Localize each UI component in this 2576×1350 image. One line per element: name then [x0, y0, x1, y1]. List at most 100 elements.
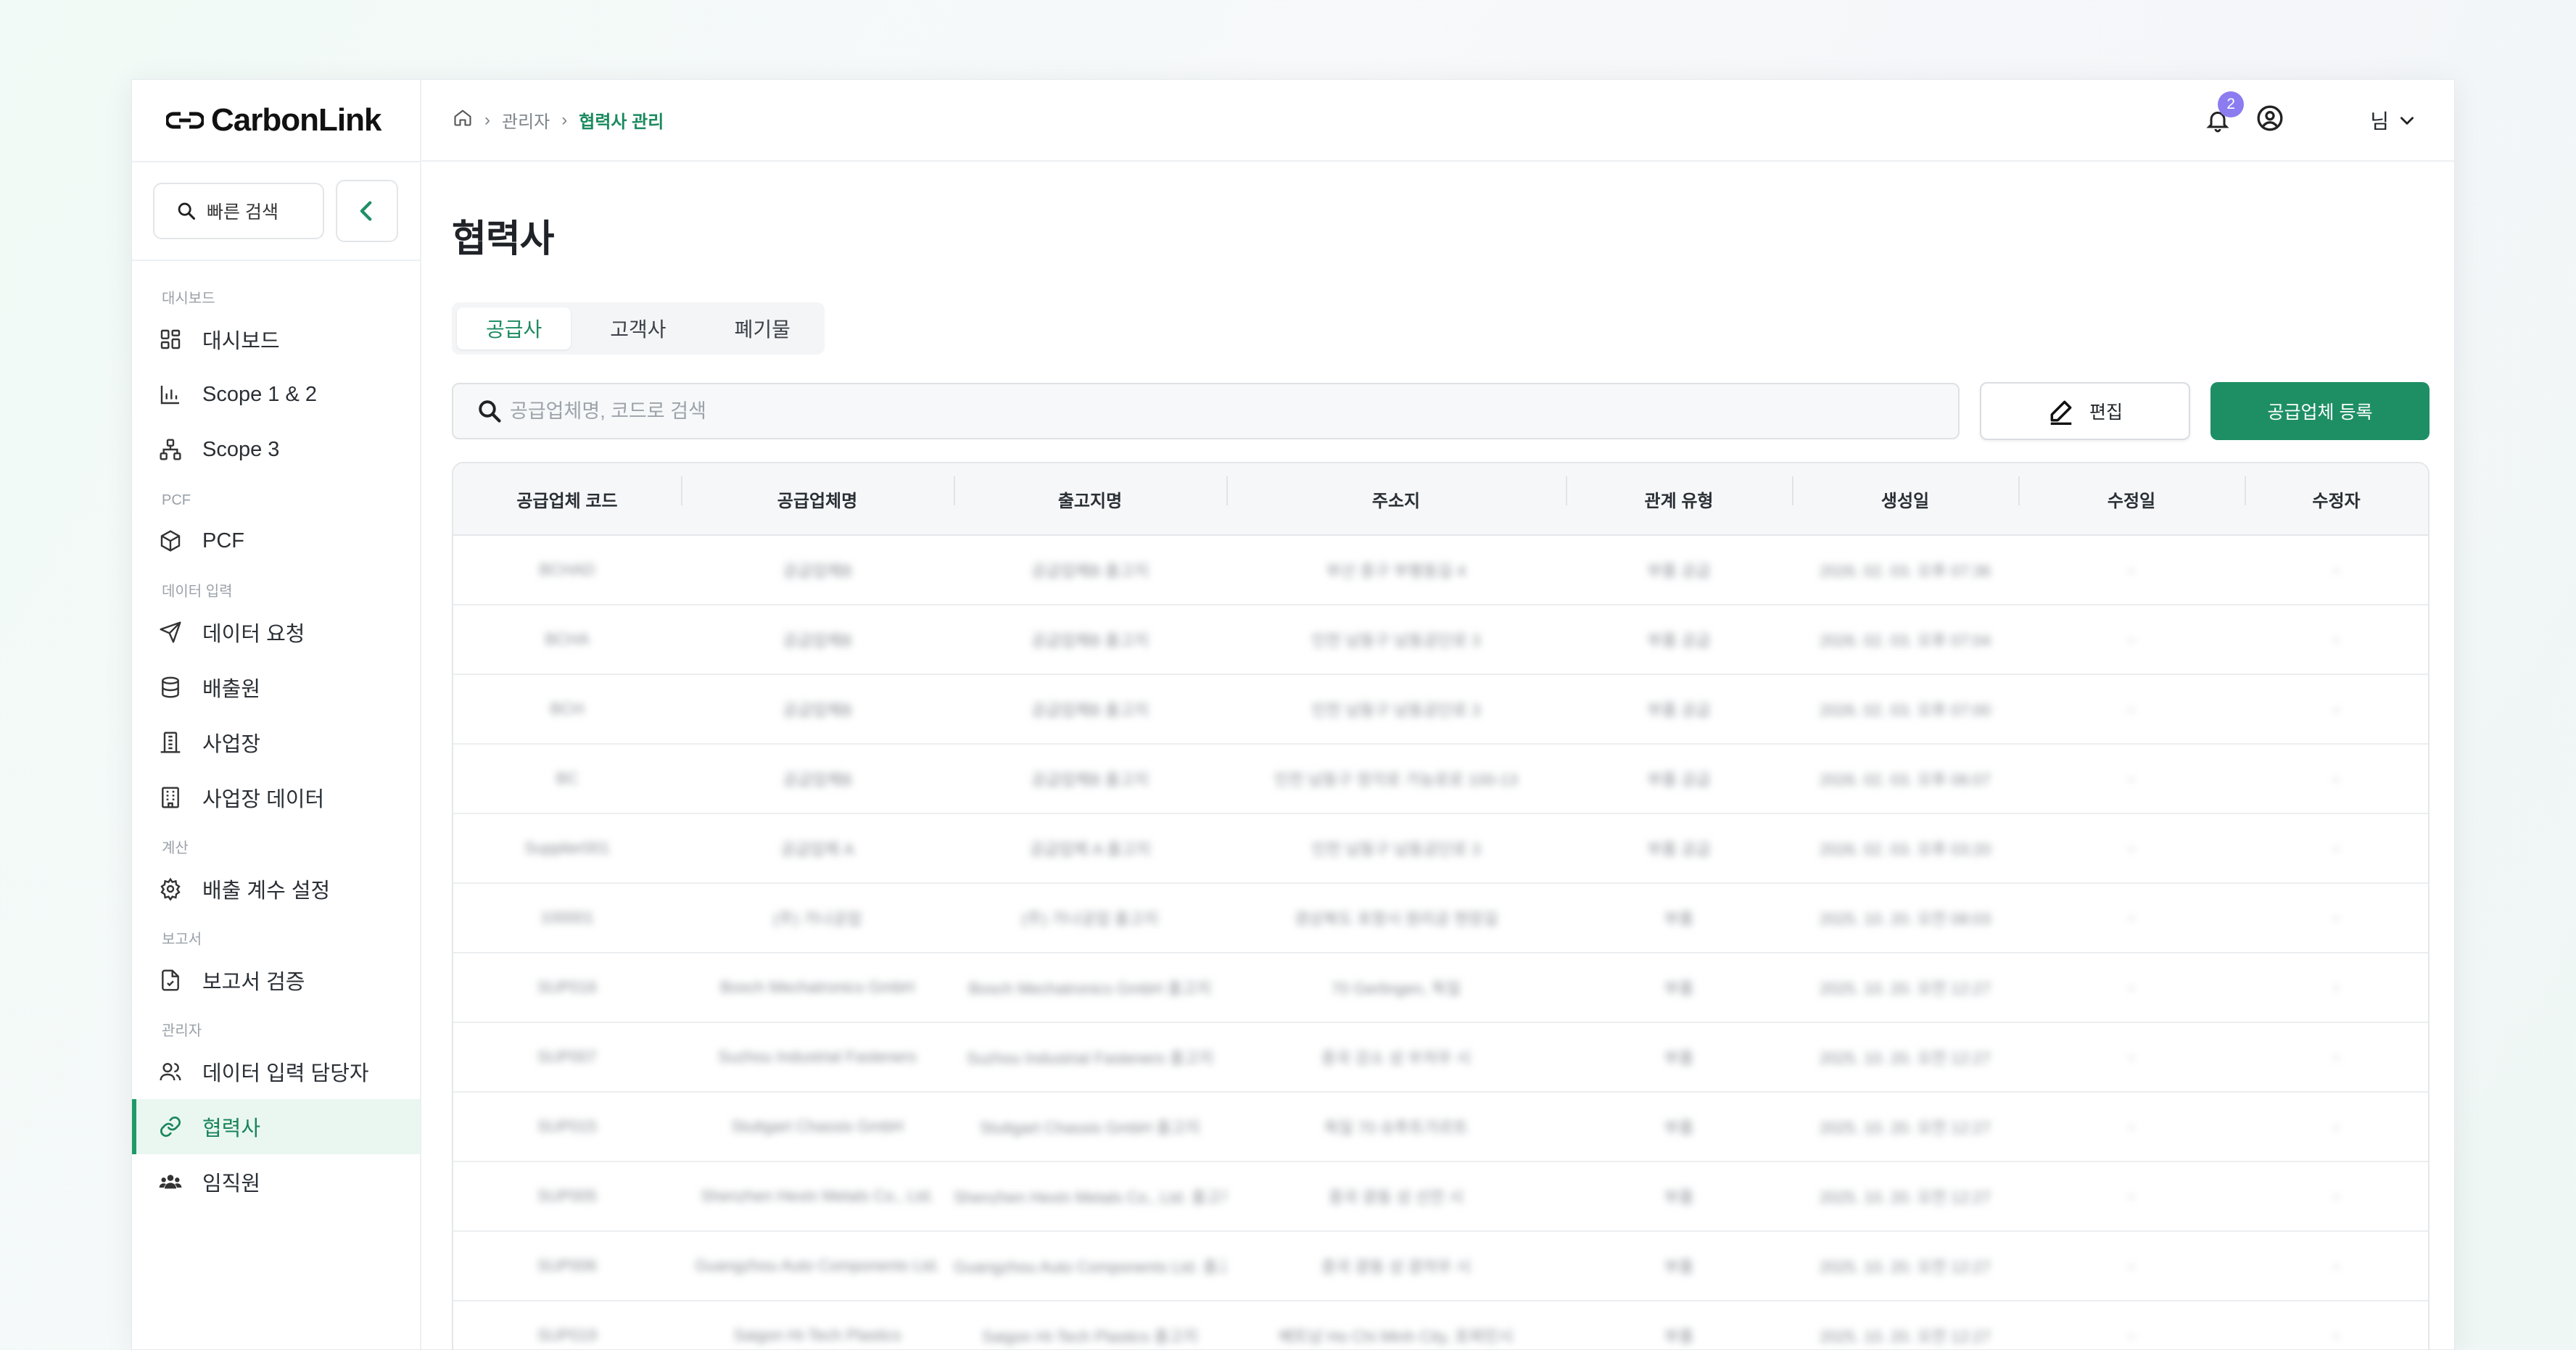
table-cell: 베트남 Ho Chi Minh City, 호찌민시 — [1279, 1328, 1514, 1346]
table-row[interactable]: SUP016 Bosch Mechatronics GmbH Bosch Mecha… — [453, 953, 2428, 1023]
table-cell: 2025. 10. 20. 오전 08:03 — [1819, 910, 1991, 928]
search-icon — [479, 400, 501, 423]
collapse-sidebar-button[interactable] — [336, 180, 398, 242]
table-row[interactable]: SUP007 Suzhou Industrial Fasteners Suzhou … — [453, 1023, 2428, 1093]
table-cell: 공급업체B 출고지 — [1031, 631, 1149, 650]
column-header[interactable]: 수정자 — [2245, 476, 2428, 512]
table-cell: - — [2333, 1187, 2340, 1205]
sidebar-item-label: 배출 계수 설정 — [202, 879, 331, 903]
column-header[interactable]: 출고지명 — [954, 476, 1226, 512]
table-cell: 경상북도 포항시 원리공 현장길 — [1294, 910, 1498, 928]
table-row[interactable]: SUP005 Shenzhen Hexin Metals Co., Ltd. She… — [453, 1162, 2428, 1232]
table-cell: 독일 70 슈투트가르트 — [1324, 1119, 1469, 1137]
table-row[interactable]: BCHAD 공급업체B 공급업체B 출고지 부산 중구 부평동길 4 부품 공급 2026… — [453, 536, 2428, 605]
supplier-search-input[interactable] — [508, 399, 1845, 423]
pencil-icon — [2050, 400, 2072, 425]
table-cell: - — [2333, 1048, 2340, 1066]
column-header[interactable]: 수정일 — [2018, 476, 2245, 512]
logo[interactable]: CarbonLink — [132, 80, 420, 162]
register-supplier-button[interactable]: 공급업체 등록 — [2210, 382, 2430, 440]
column-header[interactable]: 주소지 — [1226, 476, 1566, 512]
sidebar-item-site[interactable]: 사업장 — [132, 715, 420, 770]
column-header[interactable]: 생성일 — [1792, 476, 2018, 512]
tab-waste[interactable]: 폐기물 — [706, 307, 820, 349]
table-cell: 2025. 10. 20. 오전 12:27 — [1819, 1049, 1991, 1067]
table-cell: 부품 공급 — [1647, 771, 1711, 789]
tab-suppliers[interactable]: 공급사 — [457, 307, 571, 349]
sidebar: CarbonLink 빠른 검색 대시보드 대시보드 Scope 1 & 2 S… — [132, 80, 421, 1349]
table-row[interactable]: Supplier001 공급업체 A 공급업체 A 출고지 인천 남동구 남동공단로 … — [453, 814, 2428, 884]
table-cell: BCHAD — [539, 560, 595, 579]
sidebar-item-dashboard[interactable]: 대시보드 — [132, 312, 420, 367]
sidebar-item-report-verify[interactable]: 보고서 검증 — [132, 953, 420, 1008]
table-cell: Guangzhou Auto Components Ltd. 출고지 — [954, 1258, 1226, 1276]
table-row[interactable]: SUP019 Saigon Hi-Tech Plastics Saigon Hi-T… — [453, 1301, 2428, 1349]
table-row[interactable]: SUP015 Stuttgart Chassis GmbH Stuttgart Ch… — [453, 1093, 2428, 1162]
table-cell: Suzhou Industrial Fasteners 출고지 — [966, 1049, 1214, 1067]
supplier-table: 공급업체 코드 공급업체명 출고지명 주소지 관계 유형 생성일 수정일 수정자 BCHAD 공… — [452, 462, 2430, 1349]
table-header: 공급업체 코드 공급업체명 출고지명 주소지 관계 유형 생성일 수정일 수정자 — [453, 463, 2428, 536]
nav-section-calculation: 계산 — [162, 840, 189, 856]
notification-button[interactable]: 2 — [2203, 91, 2245, 135]
sidebar-item-label: 임직원 — [202, 1172, 261, 1196]
column-header[interactable]: 공급업체명 — [681, 476, 954, 512]
breadcrumb: › 관리자 › 협력사 관리 — [453, 107, 664, 133]
sidebar-item-scope-3[interactable]: Scope 3 — [132, 422, 420, 477]
sidebar-item-data-managers[interactable]: 데이터 입력 담당자 — [132, 1044, 420, 1099]
table-cell: Bosch Mechatronics GmbH 출고지 — [968, 980, 1212, 998]
sidebar-item-label: 배출원 — [202, 678, 261, 701]
table-cell: 공급업체B — [783, 771, 852, 789]
table-cell: 2026. 02. 03. 오후 07:36 — [1819, 562, 1991, 580]
document-check-icon — [157, 967, 183, 993]
sidebar-item-emission-source[interactable]: 배출원 — [132, 660, 420, 715]
nav-section-report: 보고서 — [162, 932, 202, 948]
table-cell: SUP007 — [537, 1048, 597, 1066]
table-cell: BCHA — [545, 630, 590, 648]
table-cell: - — [2129, 839, 2134, 857]
table-cell: 공급업체B 출고지 — [1031, 771, 1149, 789]
tab-customers[interactable]: 고객사 — [581, 307, 695, 349]
table-cell: - — [2333, 839, 2340, 857]
sidebar-item-label: 데이터 요청 — [202, 623, 305, 646]
table-cell: Guangzhou Auto Components Ltd. — [695, 1256, 940, 1275]
carbonlink-logo-icon — [166, 112, 204, 129]
sidebar-item-partners[interactable]: 협력사 — [132, 1099, 420, 1154]
breadcrumb-admin[interactable]: 관리자 — [502, 107, 550, 133]
sidebar-item-pcf[interactable]: PCF — [132, 513, 420, 568]
table-cell: 공급업체 A — [780, 840, 854, 858]
sidebar-item-scope-1-2[interactable]: Scope 1 & 2 — [132, 367, 420, 422]
table-cell: SUP005 — [537, 1187, 597, 1205]
table-cell: SUP006 — [537, 1256, 597, 1275]
column-header[interactable]: 관계 유형 — [1566, 476, 1792, 512]
table-row[interactable]: BCH 공급업체B 공급업체B 출고지 인천 남동구 남동공단로 3 부품 공급 2026… — [453, 675, 2428, 745]
sidebar-item-data-request[interactable]: 데이터 요청 — [132, 605, 420, 660]
sidebar-item-label: Scope 1 & 2 — [202, 382, 317, 406]
sidebar-item-employees[interactable]: 임직원 — [132, 1154, 420, 1209]
table-row[interactable]: BCHA 공급업체B 공급업체B 출고지 인천 남동구 남동공단로 3 부품 공급 202… — [453, 605, 2428, 675]
nav-section-dashboard: 대시보드 — [162, 291, 215, 307]
table-row[interactable]: BC 공급업체B 공급업체B 출고지 인천 남동구 정각로 가능로로 100-13 부품… — [453, 745, 2428, 814]
column-header[interactable]: 공급업체 코드 — [453, 486, 681, 512]
toolbar: 편집 공급업체 등록 — [452, 382, 2430, 440]
table-cell: 부품 — [1664, 980, 1694, 998]
table-cell: 2026. 02. 03. 오후 03:20 — [1819, 840, 1991, 858]
sidebar-item-site-data[interactable]: 사업장 데이터 — [132, 770, 420, 825]
edit-button[interactable]: 편집 — [1980, 382, 2190, 440]
table-row[interactable]: 100001 (주) 가나공업 (주) 가나공업 출고지 경상북도 포항시 원리공 현… — [453, 884, 2428, 953]
table-cell: 2025. 10. 20. 오전 12:27 — [1819, 1258, 1991, 1276]
building-icon — [157, 784, 183, 811]
table-cell: (주) 가나공업 — [773, 910, 862, 928]
table-cell: - — [2333, 908, 2340, 927]
user-circle-icon[interactable] — [2255, 104, 2284, 136]
home-icon[interactable] — [453, 107, 473, 133]
user-menu[interactable]: 님 — [2370, 106, 2416, 135]
table-cell: Stuttgart Chassis GmbH 출고지 — [979, 1119, 1201, 1137]
sidebar-item-emission-factor[interactable]: 배출 계수 설정 — [132, 861, 420, 916]
search-icon — [178, 202, 196, 220]
table-row[interactable]: SUP006 Guangzhou Auto Components Ltd. Guan… — [453, 1232, 2428, 1301]
nav-section-data-input: 데이터 입력 — [162, 584, 233, 600]
sidebar-item-label: PCF — [202, 529, 244, 552]
table-cell: 공급업체B — [783, 631, 852, 650]
table-cell: - — [2129, 560, 2134, 579]
quick-search-button[interactable]: 빠른 검색 — [153, 183, 324, 239]
